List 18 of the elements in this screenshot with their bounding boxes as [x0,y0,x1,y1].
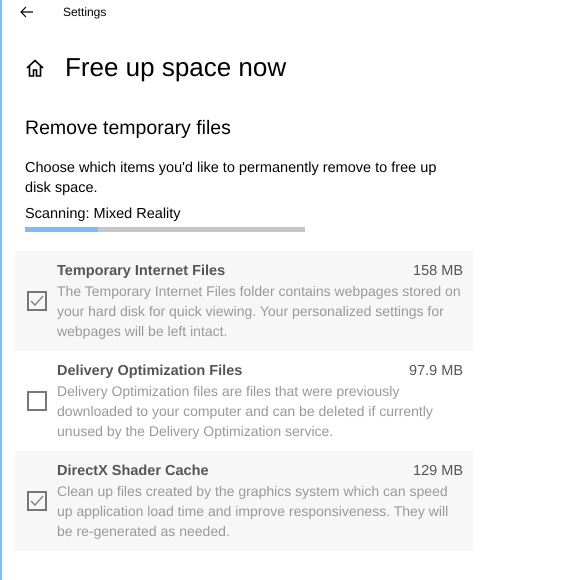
back-arrow-icon [20,6,34,18]
item-name: DirectX Shader Cache [57,462,209,481]
check-icon [30,495,44,507]
page-title: Free up space now [65,52,286,83]
item-description: Clean up files created by the graphics system which can speed up application load time and improve responsiveness. They will be re-generated as needed. [57,482,450,541]
check-icon [30,295,44,307]
item-name: Temporary Internet Files [57,262,226,281]
item-size: 129 MB [413,462,463,481]
item-description: Delivery Optimization files are files that were previously downloaded to your computer and can be deleted if currently unused by the Delivery Optimization service. [57,382,434,441]
item-name: Delivery Optimization Files [57,362,242,381]
window-title: Settings [63,5,106,19]
section-heading: Remove temporary files [25,117,232,140]
section-description: Choose which items you'd like to permanently remove to free up disk space. [25,159,438,198]
item-size: 158 MB [413,262,463,281]
scan-status: Scanning: Mixed Reality [25,206,181,222]
home-icon[interactable] [25,58,45,76]
item-size: 97.9 MB [409,362,463,381]
item-description: The Temporary Internet Files folder contains webpages stored on your hard disk for quick viewing. Your personalized settings for webpages will be left intact. [57,282,462,341]
